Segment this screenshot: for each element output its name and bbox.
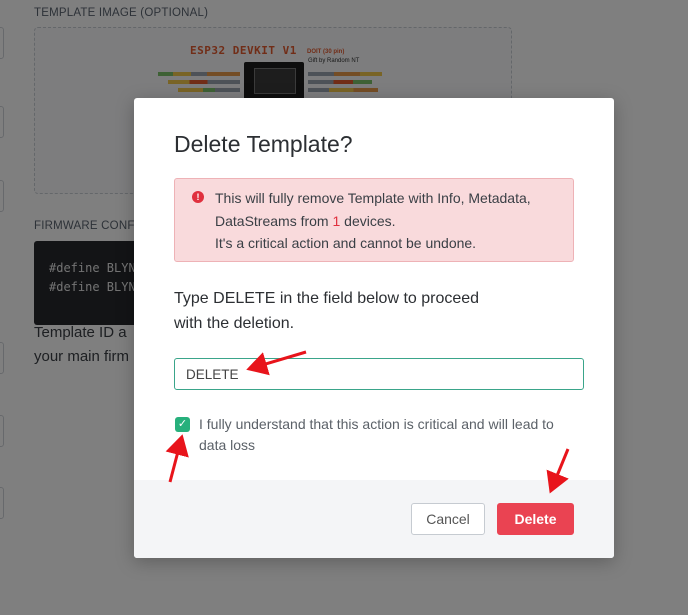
understand-checkbox[interactable]: ✓ xyxy=(175,417,190,432)
dialog-title: Delete Template? xyxy=(174,131,353,157)
delete-instructions: Type DELETE in the field below to procee… xyxy=(174,290,480,332)
understand-checkbox-label[interactable]: I fully understand that this action is c… xyxy=(199,414,569,456)
delete-template-dialog: Delete Template? ! This will fully remov… xyxy=(134,98,614,558)
delete-button[interactable]: Delete xyxy=(497,503,574,535)
critical-warning-alert: ! This will fully remove Template with I… xyxy=(174,178,574,262)
cancel-button[interactable]: Cancel xyxy=(411,503,485,535)
delete-confirmation-input[interactable] xyxy=(174,358,584,390)
warning-icon: ! xyxy=(192,191,204,203)
warning-text: This will fully remove Template with Inf… xyxy=(215,190,531,251)
